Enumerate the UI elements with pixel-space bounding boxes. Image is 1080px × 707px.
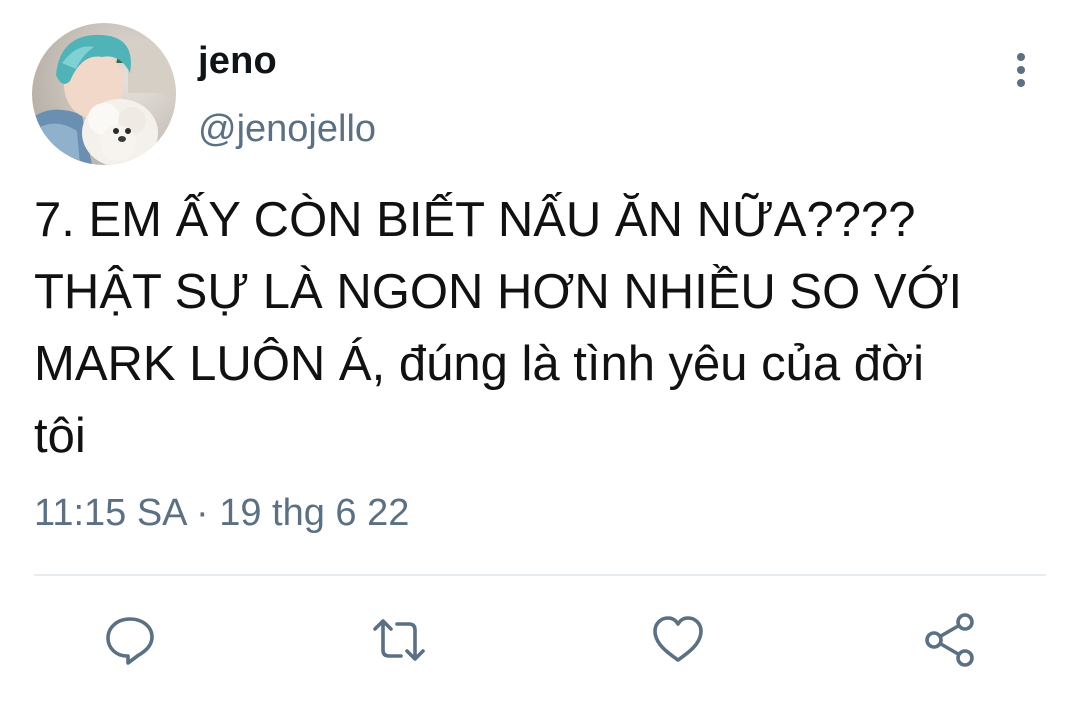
like-button[interactable] [650,612,706,668]
share-button[interactable] [922,612,978,668]
divider [34,574,1046,576]
author-handle[interactable]: @jenojello [198,108,376,151]
share-icon [925,613,974,667]
avatar[interactable] [32,23,176,165]
more-options-icon[interactable] [1006,50,1036,90]
retweet-icon [373,619,425,661]
retweet-button[interactable] [371,612,427,668]
reply-button[interactable] [102,612,158,668]
heart-icon [653,616,703,662]
tweet-timestamp[interactable]: 11:15 SA · 19 thg 6 22 [34,492,409,535]
author-display-name[interactable]: jeno [198,40,277,83]
reply-icon [106,617,154,665]
tweet-text: 7. EM ẤY CÒN BIẾT NẤU ĂN NỮA???? THẬT SỰ… [34,193,963,463]
avatar-photo [32,23,176,165]
